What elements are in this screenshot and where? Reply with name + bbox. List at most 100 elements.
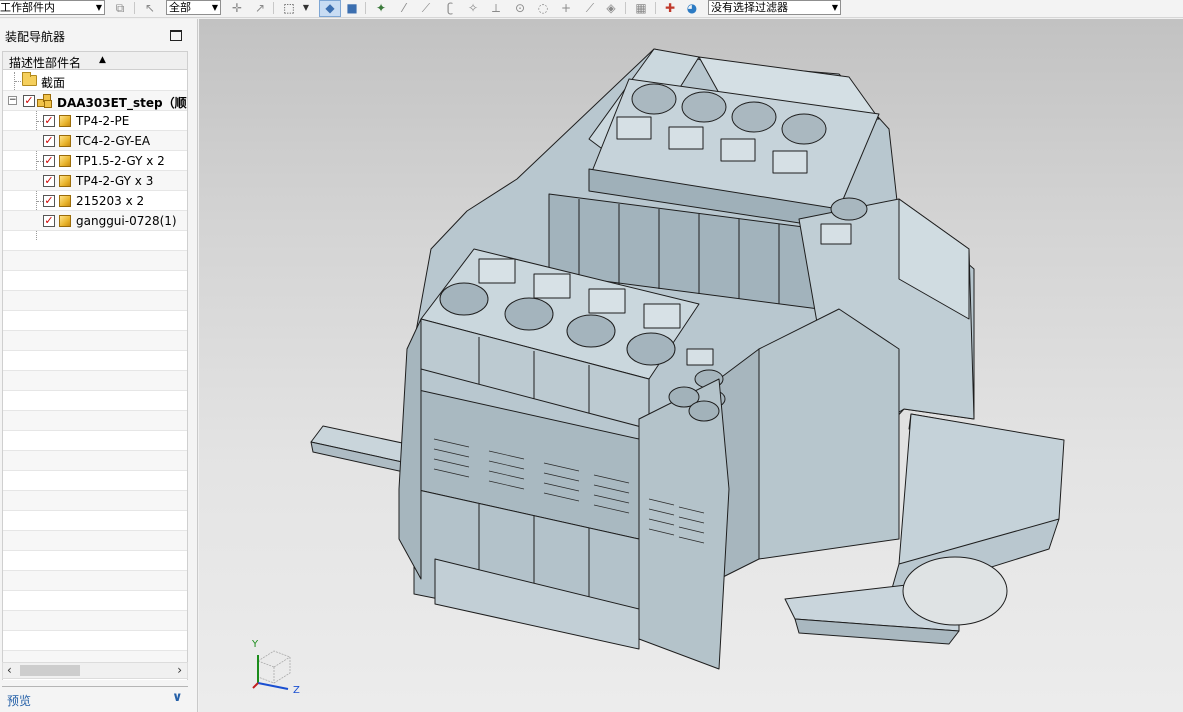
terminal-small-middle: [638, 378, 730, 670]
component-icon: [59, 135, 71, 147]
visibility-checkbox[interactable]: ✓: [43, 195, 55, 207]
tree-node-component[interactable]: ✓ TP4-2-PE: [3, 111, 187, 131]
column-header-part-name[interactable]: 描述性部件名 ▲: [2, 51, 188, 70]
tree-node-label: TC4-2-GY-EA: [76, 134, 151, 148]
toolbar-separator: [273, 2, 274, 14]
existing-point-snap-icon[interactable]: +: [558, 0, 574, 16]
z-axis-icon: [257, 682, 289, 690]
endpoint-snap-icon[interactable]: ⁄: [396, 0, 412, 16]
scroll-right-icon[interactable]: ›: [177, 663, 182, 678]
navigator-title: 装配导航器: [5, 30, 66, 44]
empty-row: [3, 311, 187, 331]
chevron-down-icon: ▼: [831, 3, 838, 12]
empty-row: [3, 511, 187, 531]
component-icon: [59, 115, 71, 127]
selection-filter-dropdown[interactable]: 没有选择过滤器 ▼: [708, 0, 841, 15]
empty-row: [3, 231, 187, 251]
tree-node-label: 截面: [41, 76, 66, 90]
horizontal-scrollbar[interactable]: ‹ ›: [2, 662, 188, 679]
tree-node-label: DAA303ET_step（顺序: [57, 96, 188, 110]
arc-center-snap-icon[interactable]: ⟂: [488, 0, 504, 16]
component-filter-icon[interactable]: ⧉: [112, 0, 128, 16]
component-icon: [59, 195, 71, 207]
intersection-snap-icon[interactable]: ✧: [465, 0, 481, 16]
empty-row: [3, 611, 187, 631]
y-axis-label: Y: [252, 639, 259, 650]
solid-body-icon[interactable]: ■: [344, 0, 360, 16]
maximize-icon[interactable]: [170, 30, 182, 41]
tree-node-component[interactable]: ✓ ganggui-0728(1): [3, 211, 187, 231]
quadrant-snap-icon[interactable]: ⊙: [512, 0, 528, 16]
empty-row: [3, 571, 187, 591]
component-icon: [59, 215, 71, 227]
end-bracket-left: [398, 318, 422, 580]
select-features-icon[interactable]: ↗: [252, 0, 268, 16]
tree-node-root-assembly[interactable]: − ✓ DAA303ET_step（顺序: [3, 91, 188, 111]
visibility-checkbox[interactable]: ✓: [43, 155, 55, 167]
empty-row: [3, 631, 187, 651]
assembly-icon: [37, 94, 53, 108]
toolbar-separator: [365, 2, 366, 14]
tree-node-label: TP4-2-GY x 3: [76, 174, 154, 188]
visibility-checkbox[interactable]: ✓: [43, 215, 55, 227]
empty-row: [3, 351, 187, 371]
tree-node-label: ganggui-0728(1): [76, 214, 177, 228]
rectangle-select-icon[interactable]: ⬚: [281, 0, 297, 16]
empty-row: [3, 451, 187, 471]
visibility-checkbox[interactable]: ✓: [43, 175, 55, 187]
chevron-down-icon[interactable]: ▼: [298, 0, 314, 16]
quick-pick-icon[interactable]: ✚: [662, 0, 678, 16]
tree-node-sections[interactable]: 截面: [3, 71, 187, 91]
empty-row: [3, 391, 187, 411]
preview-section[interactable]: 预览 ∨: [2, 686, 188, 710]
point-on-curve-snap-icon[interactable]: ⟋: [582, 0, 598, 16]
selection-scope-value: 工作部件内: [0, 1, 55, 14]
midpoint-snap-icon[interactable]: ⟋: [418, 0, 434, 16]
chevron-down-icon: ▼: [95, 3, 102, 12]
sort-ascending-icon: ▲: [99, 55, 106, 65]
scrollbar-thumb[interactable]: [20, 665, 80, 676]
selection-toolbar: 工作部件内 ▼ ⧉ ↖ 全部 ▼ ✛ ↗ ⬚ ▼ ◆ ■ ✦ ⁄ ⟋ ʗ ✧ ⟂…: [0, 0, 1183, 18]
component-icon: [59, 155, 71, 167]
empty-row: [3, 431, 187, 451]
empty-row: [3, 491, 187, 511]
tree-node-component[interactable]: ✓ 215203 x 2: [3, 191, 187, 211]
empty-row: [3, 411, 187, 431]
snap-settings-icon[interactable]: ✦: [373, 0, 389, 16]
empty-row: [3, 331, 187, 351]
chevron-down-icon[interactable]: ∨: [172, 690, 183, 705]
navigator-header: 装配导航器: [0, 19, 197, 50]
assembly-tree: 截面 − ✓ DAA303ET_step（顺序 ✓ TP4-2-PE ✓ TC4…: [2, 70, 188, 680]
visibility-checkbox[interactable]: ✓: [23, 95, 35, 107]
selection-scope-dropdown[interactable]: 工作部件内 ▼: [0, 0, 105, 15]
preview-label: 预览: [7, 694, 32, 708]
x-axis-icon: [252, 682, 259, 689]
tree-node-component[interactable]: ✓ TP4-2-GY x 3: [3, 171, 187, 191]
color-filter-icon[interactable]: ◕: [684, 0, 700, 16]
collapse-icon[interactable]: −: [8, 96, 17, 105]
visibility-checkbox[interactable]: ✓: [43, 135, 55, 147]
tree-node-label: TP4-2-PE: [76, 114, 130, 128]
graphics-window[interactable]: Y Z: [199, 19, 1183, 712]
tree-node-component[interactable]: ✓ TP1.5-2-GY x 2: [3, 151, 187, 171]
component-icon: [59, 175, 71, 187]
scroll-left-icon[interactable]: ‹: [7, 663, 12, 678]
visibility-checkbox[interactable]: ✓: [43, 115, 55, 127]
select-pointer-icon[interactable]: ↖: [142, 0, 158, 16]
terminal-block-model-render: [310, 48, 1065, 670]
shaded-body-icon: ◆: [325, 1, 335, 15]
circle-snap-icon[interactable]: ◌: [535, 0, 551, 16]
point-on-surface-snap-icon[interactable]: ◈: [603, 0, 619, 16]
folder-icon: [22, 72, 37, 86]
toolbar-separator: [134, 2, 135, 14]
snap-point-icon[interactable]: ✛: [229, 0, 245, 16]
toolbar-separator: [655, 2, 656, 14]
type-filter-dropdown[interactable]: 全部 ▼: [166, 0, 221, 15]
control-point-snap-icon[interactable]: ʗ: [442, 0, 458, 16]
empty-row: [3, 471, 187, 491]
tree-node-component[interactable]: ✓ TC4-2-GY-EA: [3, 131, 187, 151]
empty-row: [3, 531, 187, 551]
bounded-grid-icon[interactable]: ▦: [633, 0, 649, 16]
tree-node-label: 215203 x 2: [76, 194, 145, 208]
empty-row: [3, 591, 187, 611]
